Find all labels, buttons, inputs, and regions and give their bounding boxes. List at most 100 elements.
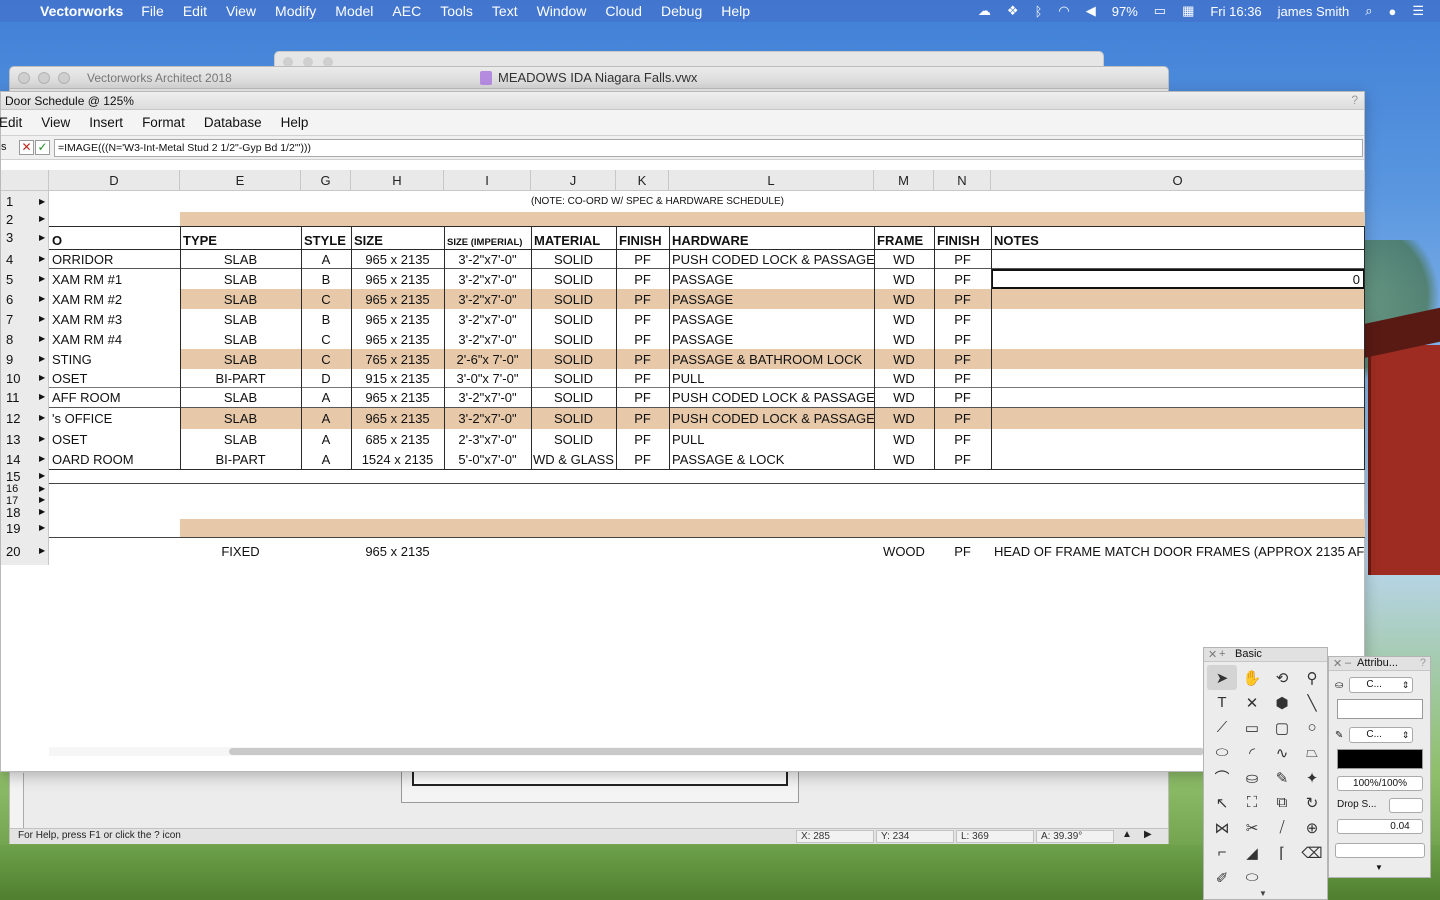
cell-m[interactable]: WD — [874, 289, 934, 309]
row-header[interactable]: 19 ▶ — [1, 519, 49, 537]
row-header[interactable]: 13 ▶ — [1, 429, 49, 449]
cell-l[interactable]: PASSAGE — [669, 309, 874, 329]
cell-l[interactable]: PUSH CODED LOCK & PASSAGE — [669, 249, 874, 269]
length-field[interactable]: L: 369 — [956, 830, 1034, 843]
row-header[interactable]: 1 ▶ — [1, 191, 49, 212]
cell-i[interactable]: 3'-2"x7'-0" — [444, 269, 531, 289]
menu-debug[interactable]: Debug — [661, 3, 702, 19]
cell-e[interactable]: SLAB — [180, 309, 301, 329]
freehand-tool-icon[interactable]: ∿ — [1267, 740, 1297, 765]
angle-field[interactable]: A: 39.39° — [1036, 830, 1114, 843]
horizontal-scrollbar[interactable] — [49, 747, 1204, 756]
row-header[interactable]: 3 ▶ — [1, 226, 49, 249]
column-header[interactable]: H — [351, 170, 444, 191]
volume-icon[interactable]: ◀ — [1086, 3, 1096, 19]
battery-percent[interactable]: 97% — [1112, 4, 1138, 19]
selection-tool-icon[interactable]: ➤ — [1207, 665, 1237, 690]
row-header[interactable]: 8 ▶ — [1, 329, 49, 349]
ws-menu-help[interactable]: Help — [281, 115, 309, 130]
cell-o[interactable] — [991, 329, 1365, 349]
ws-menu-format[interactable]: Format — [142, 115, 185, 130]
polygon-tool-icon[interactable]: ⏢ — [1297, 740, 1327, 765]
menu-tools[interactable]: Tools — [440, 3, 473, 19]
row-expand-icon[interactable]: ▶ — [39, 507, 45, 516]
cell-k[interactable]: PF — [616, 329, 669, 349]
chamfer-tool-icon[interactable]: ◢ — [1237, 840, 1267, 865]
cell-m[interactable]: WD — [874, 309, 934, 329]
row-expand-icon[interactable]: ▶ — [39, 546, 45, 555]
row-expand-icon[interactable]: ▶ — [39, 314, 45, 323]
column-header[interactable]: J — [531, 170, 616, 191]
cell-e[interactable]: SLAB — [180, 407, 301, 429]
flyover-tool-icon[interactable]: ⟲ — [1267, 665, 1297, 690]
cell-nn[interactable]: PF — [934, 537, 991, 565]
cell-l[interactable]: PUSH CODED LOCK & PASSAGE — [669, 407, 874, 429]
cell-j[interactable]: SOLID — [531, 249, 616, 269]
cell-h[interactable]: 965 x 2135 — [351, 387, 444, 407]
row-expand-icon[interactable]: ▶ — [39, 454, 45, 463]
cell-o[interactable] — [991, 407, 1365, 429]
column-header[interactable]: L — [669, 170, 874, 191]
cell-i[interactable]: 3'-2"x7'-0" — [444, 387, 531, 407]
cell-h[interactable]: 965 x 2135 — [351, 329, 444, 349]
row-expand-icon[interactable]: ▶ — [39, 334, 45, 343]
row-header[interactable]: 14 ▶ — [1, 449, 49, 469]
cell-nn[interactable]: PF — [934, 429, 991, 449]
locus-tool-icon[interactable]: ✕ — [1237, 690, 1267, 715]
cell-i[interactable]: 3'-2"x7'-0" — [444, 289, 531, 309]
fill-swatch[interactable] — [1337, 699, 1423, 719]
opacity-field[interactable]: 100%/100% — [1337, 776, 1423, 791]
cell-h[interactable]: 965 x 2135 — [351, 249, 444, 269]
cell-k[interactable]: PF — [616, 387, 669, 407]
cell-h[interactable]: 965 x 2135 — [351, 269, 444, 289]
cell-h[interactable]: 685 x 2135 — [351, 429, 444, 449]
menu-modify[interactable]: Modify — [275, 3, 316, 19]
cell-e[interactable]: BI-PART — [180, 449, 301, 469]
cell-e[interactable]: SLAB — [180, 289, 301, 309]
menu-text[interactable]: Text — [492, 3, 518, 19]
cell-g[interactable]: A — [301, 249, 351, 269]
column-header[interactable]: E — [180, 170, 301, 191]
cell-j[interactable]: SOLID — [531, 329, 616, 349]
cell-d[interactable]: AFF ROOM — [49, 387, 180, 407]
row-expand-icon[interactable]: ▶ — [39, 294, 45, 303]
cell-l[interactable]: PASSAGE & LOCK — [669, 449, 874, 469]
cell-g[interactable]: C — [301, 349, 351, 369]
row-expand-icon[interactable]: ▶ — [39, 214, 45, 223]
row-header[interactable]: 7 ▶ — [1, 309, 49, 329]
row-header[interactable]: 17 ▶ — [1, 495, 49, 507]
formula-input[interactable]: =IMAGE(((N='W3-Int-Metal Stud 2 1/2"-Gyp… — [54, 139, 1363, 157]
cell-nn[interactable]: PF — [934, 289, 991, 309]
cell-l[interactable]: PASSAGE & BATHROOM LOCK — [669, 349, 874, 369]
cell-h[interactable]: 965 x 2135 — [351, 289, 444, 309]
column-header[interactable]: I — [444, 170, 531, 191]
cell-h[interactable]: 1524 x 2135 — [351, 449, 444, 469]
bluetooth-icon[interactable]: ᛒ — [1035, 4, 1043, 19]
cell-e[interactable]: SLAB — [180, 387, 301, 407]
column-header[interactable]: K — [616, 170, 669, 191]
row-header[interactable]: 16 ▶ — [1, 483, 49, 495]
cell-o[interactable] — [991, 309, 1365, 329]
drop-shadow-button[interactable] — [1389, 798, 1423, 813]
cell-l[interactable] — [669, 537, 874, 565]
polyline-tool-icon[interactable]: ⌒ — [1207, 765, 1237, 790]
attributes-header[interactable]: ✕ – Attribu... ? — [1329, 657, 1430, 671]
row-expand-icon[interactable]: ▶ — [39, 495, 45, 504]
cell-i[interactable] — [444, 537, 531, 565]
cell-l[interactable]: PULL — [669, 429, 874, 449]
cell-k[interactable] — [616, 537, 669, 565]
cell-d[interactable] — [49, 537, 180, 565]
cell-i[interactable]: 3'-2"x7'-0" — [444, 249, 531, 269]
palette-expand-icon[interactable]: + — [1219, 648, 1225, 660]
cell-nn[interactable]: PF — [934, 269, 991, 289]
cell-i[interactable]: 3'-2"x7'-0" — [444, 407, 531, 429]
cell-h[interactable]: 965 x 2135 — [351, 407, 444, 429]
arc-tool-icon[interactable]: ◜ — [1237, 740, 1267, 765]
cell-h[interactable]: 915 x 2135 — [351, 369, 444, 387]
cloud-sync-icon[interactable]: ☁ — [978, 3, 991, 19]
row-header[interactable]: 20 ▶ — [1, 537, 49, 565]
cell-e[interactable]: SLAB — [180, 429, 301, 449]
menu-cloud[interactable]: Cloud — [605, 3, 642, 19]
row-expand-icon[interactable]: ▶ — [39, 233, 45, 242]
menu-help[interactable]: Help — [721, 3, 750, 19]
